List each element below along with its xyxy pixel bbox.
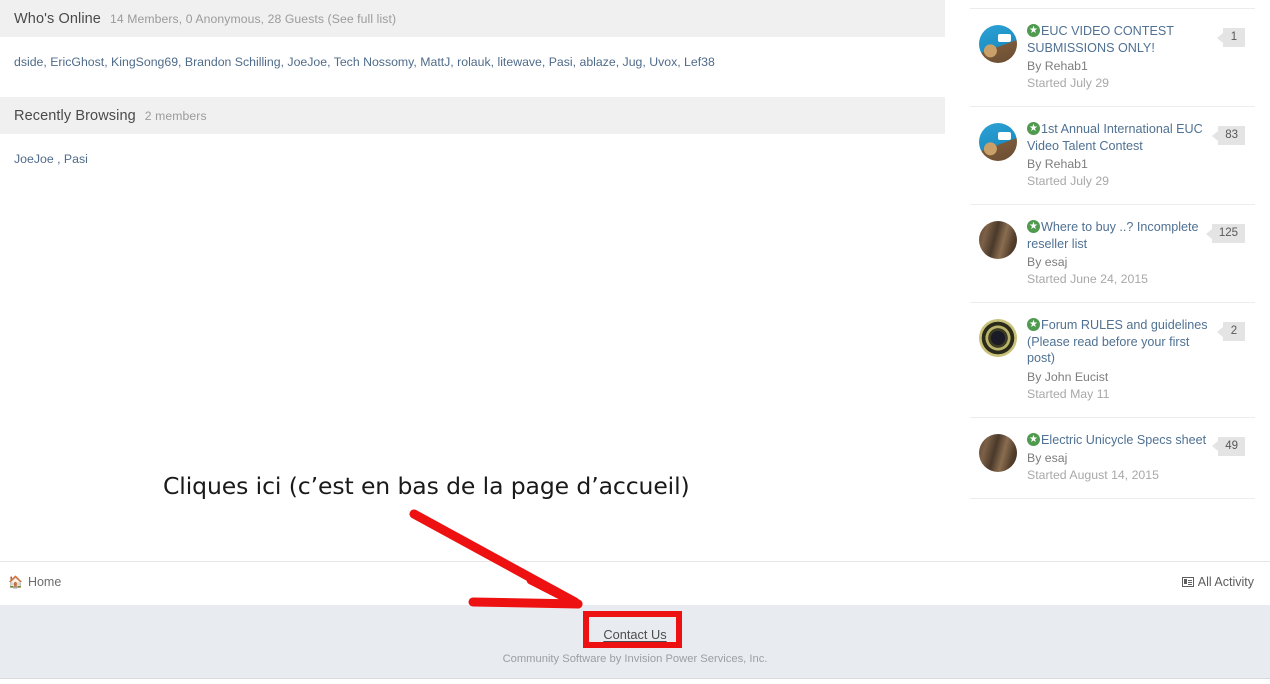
recently-browsing-subtitle: 2 members <box>144 108 207 123</box>
topic-row[interactable]: Where to buy ..? Incomplete reseller lis… <box>970 205 1255 303</box>
breadcrumb-home-label[interactable]: Home <box>28 575 61 589</box>
whos-online-members[interactable]: dside, EricGhost, KingSong69, Brandon Sc… <box>14 55 715 69</box>
topic-title-text[interactable]: EUC VIDEO CONTEST SUBMISSIONS ONLY! <box>1027 24 1174 55</box>
topic-started-date: Started May 11 <box>1027 386 1110 401</box>
pinned-star-icon <box>1027 318 1040 331</box>
pinned-star-icon <box>1027 122 1040 135</box>
topic-title[interactable]: EUC VIDEO CONTEST SUBMISSIONS ONLY! <box>1027 23 1219 56</box>
topic-main: Where to buy ..? Incomplete reseller lis… <box>1017 219 1212 288</box>
topic-row[interactable]: EUC VIDEO CONTEST SUBMISSIONS ONLY! By R… <box>970 9 1255 107</box>
topic-main: Electric Unicycle Specs sheet By esaj St… <box>1017 432 1218 485</box>
pinned-star-icon <box>1027 220 1040 233</box>
footer-bottom-strip <box>0 679 1270 684</box>
contact-us-highlight-box <box>583 611 682 648</box>
reply-count-badge: 49 <box>1212 436 1245 456</box>
reply-count-badge: 1 <box>1217 28 1245 47</box>
topic-main: 1st Annual International EUC Video Talen… <box>1017 121 1218 190</box>
topic-author[interactable]: By John Eucist <box>1027 369 1219 386</box>
reply-count-badge: 125 <box>1205 224 1245 243</box>
whos-online-member-list: dside, EricGhost, KingSong69, Brandon Sc… <box>0 37 945 71</box>
avatar[interactable] <box>979 25 1017 63</box>
topic-title-text[interactable]: Electric Unicycle Specs sheet <box>1041 433 1206 447</box>
topic-title-text[interactable]: Forum RULES and guidelines (Please read … <box>1027 318 1208 365</box>
avatar[interactable] <box>979 123 1017 161</box>
breadcrumb-home-link[interactable]: 🏠 Home <box>8 575 61 589</box>
topic-title-text[interactable]: 1st Annual International EUC Video Talen… <box>1027 122 1203 153</box>
topic-main: EUC VIDEO CONTEST SUBMISSIONS ONLY! By R… <box>1017 23 1223 92</box>
topic-author[interactable]: By esaj <box>1027 450 1214 467</box>
topic-author[interactable]: By Rehab1 <box>1027 58 1219 75</box>
whos-online-header: Who's Online 14 Members, 0 Anonymous, 28… <box>0 0 945 37</box>
copyright-text: Community Software by Invision Power Ser… <box>502 653 768 665</box>
activity-feed-icon <box>1181 577 1194 587</box>
sidebar-popular-topics: EUC VIDEO CONTEST SUBMISSIONS ONLY! By R… <box>970 0 1255 560</box>
topic-author[interactable]: By Rehab1 <box>1027 156 1214 173</box>
topic-title[interactable]: 1st Annual International EUC Video Talen… <box>1027 121 1214 154</box>
topic-main: Forum RULES and guidelines (Please read … <box>1017 317 1223 403</box>
topic-started-date: Started July 29 <box>1027 174 1110 188</box>
recently-browsing-members[interactable]: JoeJoe , Pasi <box>14 152 88 166</box>
pinned-star-icon <box>1027 432 1040 446</box>
topic-author[interactable]: By esaj <box>1027 254 1208 271</box>
avatar[interactable] <box>979 433 1017 472</box>
annotation-instruction-text: Cliques ici (c’est en bas de la page d’a… <box>163 472 690 500</box>
topic-started-date: Started July 29 <box>1027 76 1110 90</box>
topic-row[interactable]: Electric Unicycle Specs sheet By esaj St… <box>970 418 1255 499</box>
whos-online-subtitle[interactable]: 14 Members, 0 Anonymous, 28 Guests (See … <box>110 12 396 26</box>
topic-title[interactable]: Electric Unicycle Specs sheet <box>1027 432 1214 449</box>
home-icon: 🏠 <box>8 575 23 589</box>
topic-title[interactable]: Where to buy ..? Incomplete reseller lis… <box>1027 219 1208 252</box>
topic-title-text[interactable]: Where to buy ..? Incomplete reseller lis… <box>1027 220 1199 251</box>
recently-browsing-header: Recently Browsing 2 members <box>0 97 945 134</box>
pinned-star-icon <box>1027 24 1040 37</box>
avatar[interactable] <box>979 319 1017 357</box>
recently-browsing-title: Recently Browsing <box>14 107 136 124</box>
topic-started-date: Started August 14, 2015 <box>1027 468 1159 482</box>
whos-online-title: Who's Online <box>14 10 101 27</box>
topic-started-date: Started June 24, 2015 <box>1027 272 1149 286</box>
topic-row[interactable]: Forum RULES and guidelines (Please read … <box>970 303 1255 418</box>
recently-browsing-member-list: JoeJoe , Pasi <box>0 134 945 168</box>
all-activity-link[interactable]: All Activity <box>1181 575 1254 589</box>
topic-row[interactable]: 1st Annual International EUC Video Talen… <box>970 107 1255 205</box>
reply-count-badge: 2 <box>1217 322 1245 341</box>
avatar[interactable] <box>979 221 1017 259</box>
breadcrumb-bar: 🏠 Home All Activity <box>0 561 1270 605</box>
reply-count-badge: 83 <box>1212 126 1245 145</box>
all-activity-label[interactable]: All Activity <box>1198 575 1254 589</box>
topic-title[interactable]: Forum RULES and guidelines (Please read … <box>1027 317 1219 367</box>
